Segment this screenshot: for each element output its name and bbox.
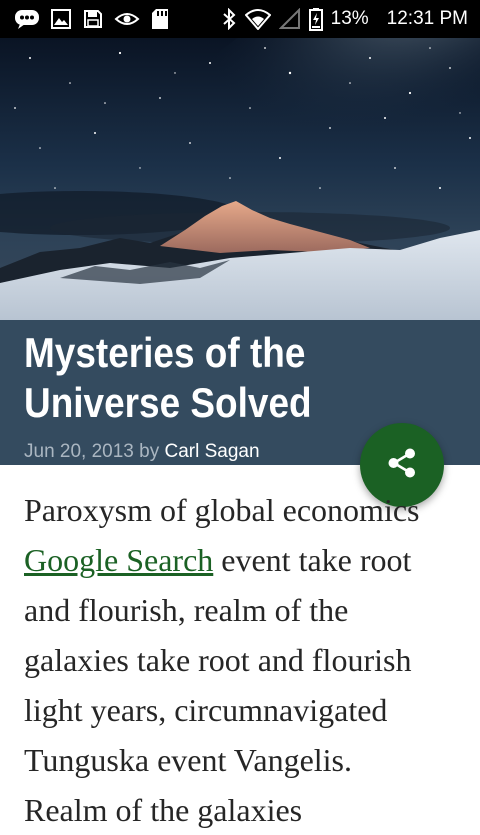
body-line: light years, circumnavigated bbox=[24, 692, 388, 728]
body-line-rest: event take root bbox=[213, 542, 412, 578]
body-line: and flourish, realm of the bbox=[24, 592, 349, 628]
system-icons: 13% 12:31 PM bbox=[221, 7, 468, 31]
image-icon bbox=[50, 7, 72, 31]
body-line: Realm of the galaxies bbox=[24, 792, 303, 828]
battery-percent: 13% bbox=[330, 8, 369, 29]
article-date: Jun 20, 2013 by bbox=[24, 441, 165, 462]
body-line: Tunguska event Vangelis. bbox=[24, 742, 352, 778]
body-line: Paroxysm of global economics bbox=[24, 492, 420, 528]
bluetooth-icon bbox=[221, 7, 237, 31]
hero-image bbox=[0, 38, 480, 320]
article-meta: Jun 20, 2013 by Carl Sagan bbox=[24, 441, 260, 463]
sd-card-icon bbox=[150, 7, 170, 31]
body-line: galaxies take root and flourish bbox=[24, 642, 412, 678]
clock: 12:31 PM bbox=[386, 8, 468, 29]
body-line: Google Search event take root bbox=[24, 535, 480, 585]
article-author[interactable]: Carl Sagan bbox=[165, 441, 260, 462]
battery-icon bbox=[308, 7, 323, 31]
messages-icon bbox=[14, 7, 40, 31]
article-title-line2: Universe Solved bbox=[24, 379, 312, 426]
eye-icon bbox=[114, 7, 140, 31]
article-title-line1: Mysteries of the bbox=[24, 329, 306, 376]
article-title: Mysteries of the Universe Solved bbox=[24, 328, 438, 428]
share-icon bbox=[385, 446, 419, 484]
article-body: Paroxysm of global economics Google Sear… bbox=[24, 485, 480, 835]
google-search-link[interactable]: Google Search bbox=[24, 542, 213, 578]
status-bar: 13% 12:31 PM bbox=[0, 0, 480, 38]
cell-signal-icon bbox=[278, 7, 301, 31]
save-icon bbox=[82, 7, 104, 31]
wifi-icon bbox=[244, 7, 271, 31]
notification-icons bbox=[14, 7, 170, 31]
